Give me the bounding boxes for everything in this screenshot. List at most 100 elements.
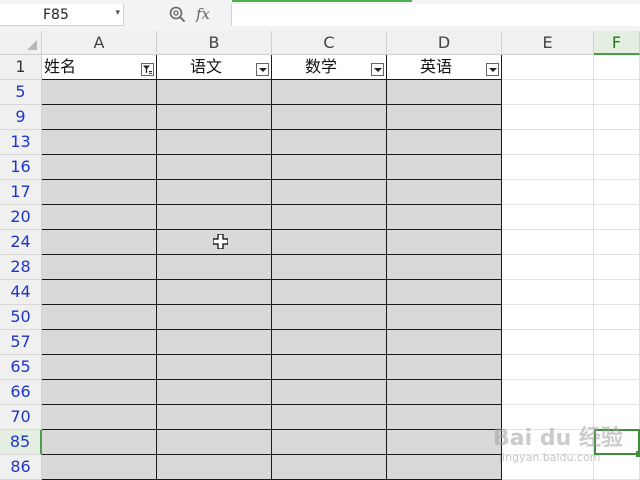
data-cell[interactable]: [157, 155, 272, 180]
empty-cell[interactable]: [502, 355, 594, 380]
empty-cell[interactable]: [502, 105, 594, 130]
data-cell[interactable]: [387, 155, 502, 180]
data-cell[interactable]: [157, 80, 272, 105]
row-header[interactable]: 50: [0, 305, 42, 330]
column-header-f[interactable]: F: [594, 31, 640, 55]
formula-input[interactable]: [231, 4, 640, 26]
data-cell[interactable]: [272, 80, 387, 105]
empty-cell[interactable]: [594, 255, 640, 280]
row-header[interactable]: 20: [0, 205, 42, 230]
row-header[interactable]: 66: [0, 380, 42, 405]
header-cell-b[interactable]: 语文: [157, 55, 272, 80]
empty-cell[interactable]: [502, 380, 594, 405]
column-header-a[interactable]: A: [42, 31, 157, 55]
empty-cell[interactable]: [594, 230, 640, 255]
row-header[interactable]: 13: [0, 130, 42, 155]
data-cell[interactable]: [272, 430, 387, 455]
empty-cell[interactable]: [502, 80, 594, 105]
data-cell[interactable]: [157, 380, 272, 405]
row-header[interactable]: 24: [0, 230, 42, 255]
empty-cell[interactable]: [594, 355, 640, 380]
data-cell[interactable]: [387, 230, 502, 255]
data-cell[interactable]: [272, 180, 387, 205]
column-header-c[interactable]: C: [272, 31, 387, 55]
empty-cell[interactable]: [594, 155, 640, 180]
data-cell[interactable]: [387, 305, 502, 330]
data-cell[interactable]: [272, 305, 387, 330]
data-cell[interactable]: [272, 155, 387, 180]
data-cell[interactable]: [42, 80, 157, 105]
filter-dropdown-icon[interactable]: [371, 63, 384, 76]
data-cell[interactable]: [387, 180, 502, 205]
select-all-corner[interactable]: [0, 31, 42, 55]
row-header[interactable]: 16: [0, 155, 42, 180]
empty-cell[interactable]: [594, 130, 640, 155]
empty-cell[interactable]: [502, 330, 594, 355]
header-cell-d[interactable]: 英语: [387, 55, 502, 80]
data-cell[interactable]: [42, 205, 157, 230]
empty-cell[interactable]: [594, 80, 640, 105]
data-cell[interactable]: [157, 255, 272, 280]
zoom-icon[interactable]: [169, 6, 186, 23]
data-cell[interactable]: [42, 230, 157, 255]
fx-icon[interactable]: fx: [196, 5, 210, 23]
data-cell[interactable]: [42, 430, 157, 455]
data-cell[interactable]: [157, 180, 272, 205]
data-cell[interactable]: [42, 455, 157, 480]
data-cell[interactable]: [387, 80, 502, 105]
data-cell[interactable]: [387, 430, 502, 455]
empty-cell[interactable]: [502, 230, 594, 255]
data-cell[interactable]: [42, 180, 157, 205]
row-header[interactable]: 85: [0, 430, 42, 455]
data-cell[interactable]: [387, 455, 502, 480]
data-cell[interactable]: [42, 130, 157, 155]
data-cell[interactable]: [157, 405, 272, 430]
data-cell[interactable]: [42, 280, 157, 305]
empty-cell[interactable]: [502, 280, 594, 305]
empty-cell[interactable]: [502, 130, 594, 155]
data-cell[interactable]: [387, 280, 502, 305]
data-cell[interactable]: [272, 405, 387, 430]
data-cell[interactable]: [42, 405, 157, 430]
data-cell[interactable]: [157, 105, 272, 130]
data-cell[interactable]: [157, 205, 272, 230]
data-cell[interactable]: [42, 355, 157, 380]
data-cell[interactable]: [387, 105, 502, 130]
data-cell[interactable]: [42, 105, 157, 130]
empty-cell[interactable]: [502, 155, 594, 180]
chevron-down-icon[interactable]: ▾: [115, 8, 120, 18]
data-cell[interactable]: [272, 280, 387, 305]
row-header[interactable]: 57: [0, 330, 42, 355]
data-cell[interactable]: [272, 330, 387, 355]
data-cell[interactable]: [272, 255, 387, 280]
empty-cell[interactable]: [502, 55, 594, 80]
empty-cell[interactable]: [594, 55, 640, 80]
column-header-e[interactable]: E: [502, 31, 594, 55]
data-cell[interactable]: [387, 330, 502, 355]
empty-cell[interactable]: [594, 105, 640, 130]
empty-cell[interactable]: [502, 255, 594, 280]
data-cell[interactable]: [42, 155, 157, 180]
data-cell[interactable]: [157, 355, 272, 380]
empty-cell[interactable]: [502, 305, 594, 330]
data-cell[interactable]: [157, 430, 272, 455]
row-header[interactable]: 17: [0, 180, 42, 205]
data-cell[interactable]: [387, 405, 502, 430]
empty-cell[interactable]: [594, 280, 640, 305]
name-box[interactable]: F85 ▾: [0, 4, 124, 26]
empty-cell[interactable]: [594, 180, 640, 205]
data-cell[interactable]: [387, 205, 502, 230]
column-header-b[interactable]: B: [157, 31, 272, 55]
row-header[interactable]: 65: [0, 355, 42, 380]
filter-active-icon[interactable]: [141, 63, 154, 76]
row-header[interactable]: 28: [0, 255, 42, 280]
filter-dropdown-icon[interactable]: [256, 63, 269, 76]
row-header[interactable]: 70: [0, 405, 42, 430]
data-cell[interactable]: [272, 355, 387, 380]
data-cell[interactable]: [387, 255, 502, 280]
data-cell[interactable]: [157, 455, 272, 480]
empty-cell[interactable]: [594, 305, 640, 330]
data-cell[interactable]: [157, 305, 272, 330]
empty-cell[interactable]: [594, 205, 640, 230]
data-cell[interactable]: [272, 230, 387, 255]
